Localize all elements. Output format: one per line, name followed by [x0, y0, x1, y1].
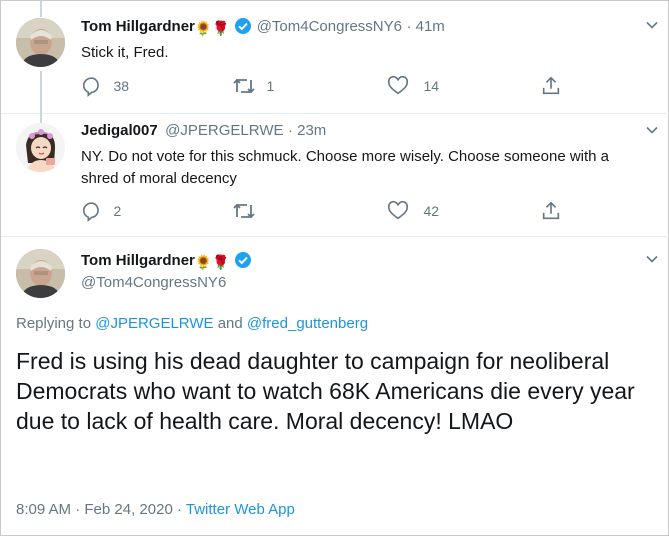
reply-icon	[82, 202, 99, 222]
tweet2-reply-button[interactable]: 2	[81, 200, 121, 222]
tweet2-chevron-down-icon[interactable]	[643, 121, 661, 139]
tweet1-author-name[interactable]: Tom Hillgardner	[81, 18, 195, 35]
tweet2-retweet-button[interactable]	[232, 200, 256, 222]
tweet2-handle[interactable]: @JPERGELRWE	[165, 122, 283, 139]
main-tweet-name-row: Tom Hillgardner🌻🌹	[81, 251, 252, 270]
heart-icon	[387, 75, 409, 95]
tweet1-header: Tom Hillgardner🌻🌹 @Tom4CongressNY6 · 41m	[81, 17, 445, 36]
thread-connector-line-2	[40, 113, 42, 123]
main-tweet-time[interactable]: 8:09 AM	[16, 501, 71, 518]
sunflower-emoji-icon: 🌻	[194, 254, 213, 270]
tweet1-like-count: 14	[423, 78, 440, 94]
avatar-jedigal[interactable]	[16, 123, 65, 172]
tweet2-author-name[interactable]: Jedigal007	[81, 122, 158, 139]
rose-emoji-icon: 🌹	[212, 254, 230, 270]
tweet2-like-count: 42	[423, 203, 440, 219]
tweet2-header: Jedigal007 @JPERGELRWE · 23m	[81, 122, 326, 140]
tweet1-reply-count: 38	[113, 78, 130, 94]
replying-to-user-fred-guttenberg[interactable]: @fred_guttenberg	[247, 315, 368, 332]
tweet1-retweet-button[interactable]: 1	[232, 75, 274, 97]
main-tweet-source[interactable]: Twitter Web App	[186, 501, 295, 518]
tweet2-like-button[interactable]: 42	[387, 200, 439, 222]
avatar-tom-main[interactable]	[16, 249, 65, 298]
tweet1-dot: ·	[406, 18, 416, 35]
sunflower-emoji-icon: 🌻	[194, 20, 213, 36]
tweet1-text: Stick it, Fred.	[81, 44, 169, 61]
tweet1-reply-button[interactable]: 38	[81, 75, 129, 97]
separator-2	[1, 236, 669, 237]
retweet-icon	[233, 78, 255, 94]
verified-badge-icon	[234, 251, 252, 269]
rose-emoji-icon: 🌹	[212, 20, 230, 36]
tweet1-chevron-down-icon[interactable]	[643, 16, 661, 34]
meta-dot: ·	[176, 501, 186, 518]
thread-connector-line-top	[40, 1, 42, 17]
heart-icon	[387, 200, 409, 220]
verified-badge-icon	[234, 17, 252, 35]
tweet1-retweet-count: 1	[266, 78, 275, 94]
tweet2-text: NY. Do not vote for this schmuck. Choose…	[81, 148, 610, 187]
replying-to-and: and	[217, 315, 243, 332]
tweet2-dot: ·	[287, 122, 298, 139]
share-icon	[542, 201, 560, 220]
tweet1-like-button[interactable]: 14	[387, 75, 439, 97]
tweet1-handle[interactable]: @Tom4CongressNY6	[257, 18, 402, 35]
retweet-icon	[233, 203, 255, 219]
tweet2-share-button[interactable]	[540, 200, 562, 227]
main-tweet-author-name[interactable]: Tom Hillgardner	[81, 252, 195, 269]
replying-to-user-jpergelrwe[interactable]: @JPERGELRWE	[95, 315, 213, 332]
reply-icon	[82, 77, 99, 97]
thread-connector-line	[40, 71, 42, 113]
main-tweet-date[interactable]: Feb 24, 2020	[84, 501, 172, 518]
replying-to-label: Replying to	[16, 315, 92, 332]
meta-dot: ·	[75, 501, 85, 518]
tweet-thread-panel: Tom Hillgardner🌻🌹 @Tom4CongressNY6 · 41m…	[0, 0, 669, 536]
main-tweet-chevron-down-icon[interactable]	[643, 250, 661, 268]
main-tweet-meta: 8:09 AM · Feb 24, 2020 · Twitter Web App	[16, 501, 295, 518]
share-icon	[542, 76, 560, 95]
tweet1-share-button[interactable]	[540, 75, 562, 102]
replying-to-line: Replying to @JPERGELRWE and @fred_gutten…	[16, 315, 368, 332]
tweet1-time[interactable]: 41m	[416, 18, 445, 35]
avatar-tom-1[interactable]	[16, 18, 65, 67]
separator-1	[1, 113, 669, 114]
main-tweet-handle[interactable]: @Tom4CongressNY6	[81, 274, 226, 291]
tweet2-time[interactable]: 23m	[297, 122, 326, 139]
tweet2-reply-count: 2	[113, 203, 122, 219]
main-tweet-text: Fred is using his dead daughter to campa…	[16, 348, 635, 434]
